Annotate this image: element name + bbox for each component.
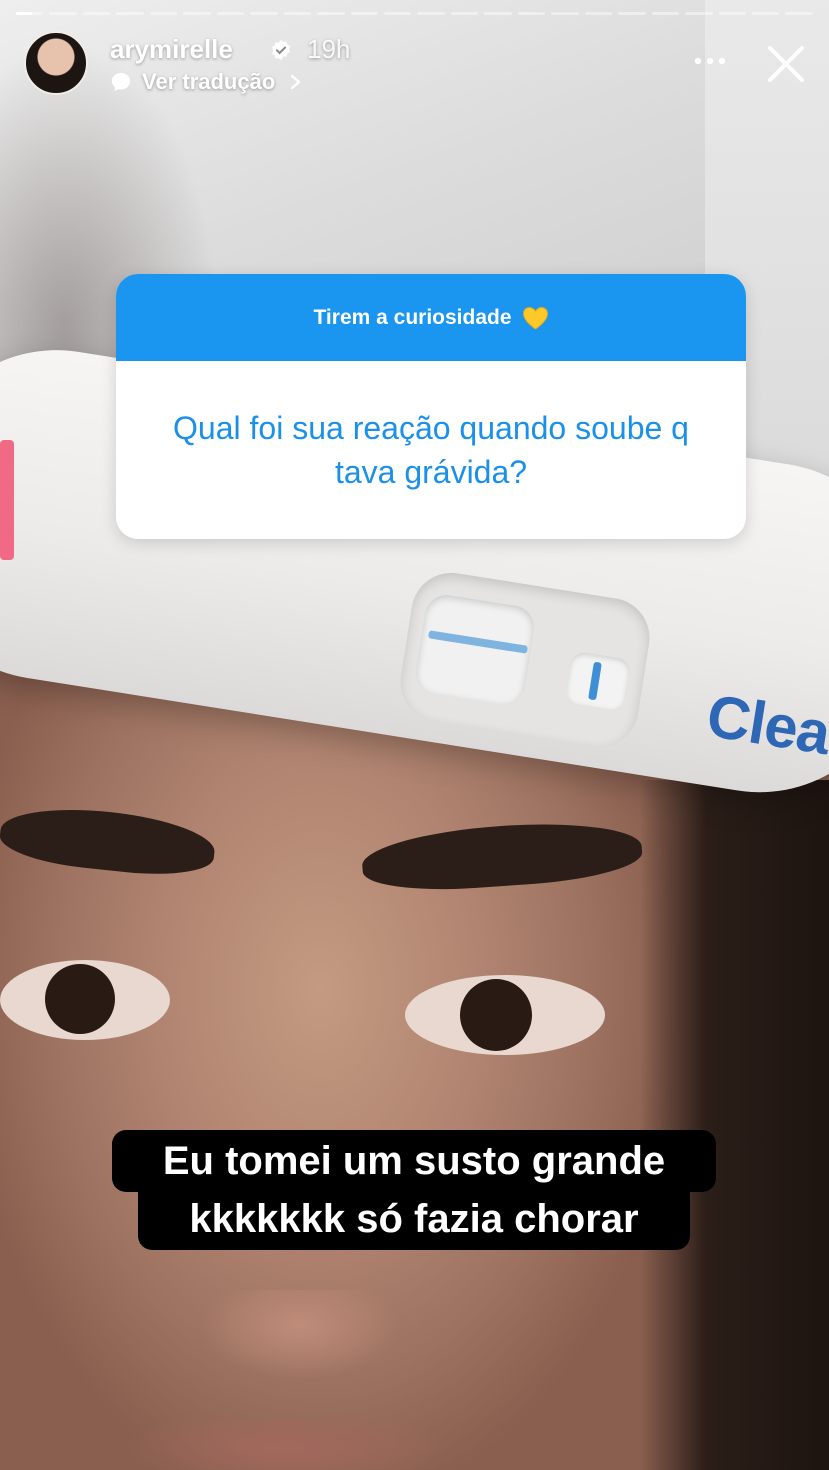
username[interactable]: arymirelle: [110, 34, 233, 65]
story-progress-segment: [283, 12, 312, 15]
story-progress-segment: [417, 12, 445, 15]
story-viewer[interactable]: Clea arymirelle 19h Ver tradução Tirem a…: [0, 0, 829, 1470]
more-horizontal-icon[interactable]: [692, 49, 728, 73]
verified-badge-icon: [271, 39, 291, 61]
story-progress-segment: [718, 12, 746, 15]
right-eye: [405, 975, 605, 1055]
translate-bubble-icon: [111, 72, 131, 92]
pregnancy-test-cap: [0, 440, 14, 560]
story-progress-segment: [584, 12, 613, 15]
question-sticker[interactable]: Tirem a curiosidade Qual foi sua reação …: [116, 274, 746, 539]
see-translation-button[interactable]: Ver tradução: [110, 69, 303, 95]
story-progress-segment: [517, 12, 546, 15]
story-progress-segment: [751, 12, 780, 15]
nose: [200, 1290, 400, 1380]
story-progress-segment: [484, 12, 512, 15]
story-progress-segment: [149, 12, 178, 15]
story-progress-segment: [16, 12, 44, 15]
caption-line-1: Eu tomei um susto grande: [112, 1130, 716, 1192]
question-sticker-body: Qual foi sua reação quando soube q tava …: [116, 361, 746, 539]
post-time: 19h: [307, 34, 351, 64]
caption-line-2: kkkkkkk só fazia chorar: [138, 1188, 690, 1250]
story-progress-segment: [49, 12, 77, 15]
hair: [640, 780, 829, 1470]
chevron-right-icon: [291, 74, 301, 90]
story-progress-segment: [685, 12, 713, 15]
story-progress-segment: [82, 12, 111, 15]
story-progress-segment: [317, 12, 345, 15]
story-progress-segment: [450, 12, 479, 15]
story-progress-segment: [350, 12, 378, 15]
close-icon[interactable]: [765, 43, 807, 85]
story-progress-segment: [383, 12, 412, 15]
story-progress-segment: [785, 12, 813, 15]
story-progress-segment: [183, 12, 211, 15]
story-progress-segment: [651, 12, 680, 15]
yellow-heart-icon: [522, 306, 548, 330]
see-translation-label: Ver tradução: [142, 69, 276, 94]
story-progress-segment: [618, 12, 646, 15]
story-progress-bar: [16, 12, 813, 15]
story-header: arymirelle 19h Ver tradução: [24, 31, 805, 97]
story-progress-segment: [116, 12, 144, 15]
story-progress-segment: [551, 12, 579, 15]
avatar[interactable]: [24, 31, 88, 95]
story-progress-segment: [216, 12, 245, 15]
left-eye: [0, 960, 170, 1040]
question-sticker-header: Tirem a curiosidade: [116, 274, 746, 361]
story-progress-segment: [250, 12, 278, 15]
question-sticker-title: Tirem a curiosidade: [313, 305, 512, 329]
lips: [120, 1420, 450, 1470]
question-text: Qual foi sua reação quando soube q tava …: [173, 410, 689, 490]
